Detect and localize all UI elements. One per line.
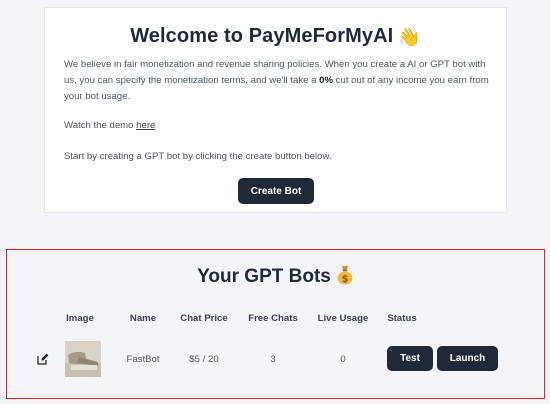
bot-free-chats: 3 (270, 354, 276, 365)
create-bot-button[interactable]: Create Bot (238, 178, 314, 204)
welcome-title: Welcome to PayMeForMyAI 👋 (45, 25, 506, 48)
welcome-card: Welcome to PayMeForMyAI 👋 We believe in f… (44, 7, 507, 213)
intro-paragraph: We believe in fair monetization and reve… (64, 57, 492, 105)
bots-title-text: Your GPT Bots (197, 266, 331, 287)
bot-name: FastBot (126, 354, 160, 365)
svg-text:$: $ (341, 274, 348, 285)
bot-chat-price: $5 / 20 (189, 354, 219, 365)
column-header-chat-price: Chat Price (180, 313, 228, 324)
demo-paragraph: Watch the demo here (64, 118, 492, 134)
column-header-name: Name (129, 313, 157, 324)
bots-title: Your GPT Bots $ (7, 265, 544, 288)
bots-section: Your GPT Bots $ Image Name Chat Price Fr… (6, 249, 545, 399)
bot-thumbnail-image (65, 341, 101, 377)
edit-icon[interactable] (37, 352, 49, 365)
column-header-status: Status (387, 313, 417, 324)
launch-button[interactable]: Launch (437, 346, 498, 371)
bot-live-usage: 0 (340, 354, 346, 365)
intro-percentage: 0% (319, 75, 334, 86)
column-header-live-usage: Live Usage (317, 313, 369, 324)
money-bag-icon: $ (336, 265, 354, 285)
demo-link[interactable]: here (136, 120, 155, 131)
start-paragraph: Start by creating a GPT bot by clicking … (64, 151, 332, 162)
waving-hand-icon: 👋 (398, 27, 421, 47)
column-header-image: Image (66, 313, 94, 324)
column-header-free-chats: Free Chats (248, 313, 298, 324)
test-button[interactable]: Test (387, 346, 433, 371)
demo-text: Watch the demo (64, 120, 137, 131)
welcome-title-text: Welcome to PayMeForMyAI (130, 25, 394, 47)
